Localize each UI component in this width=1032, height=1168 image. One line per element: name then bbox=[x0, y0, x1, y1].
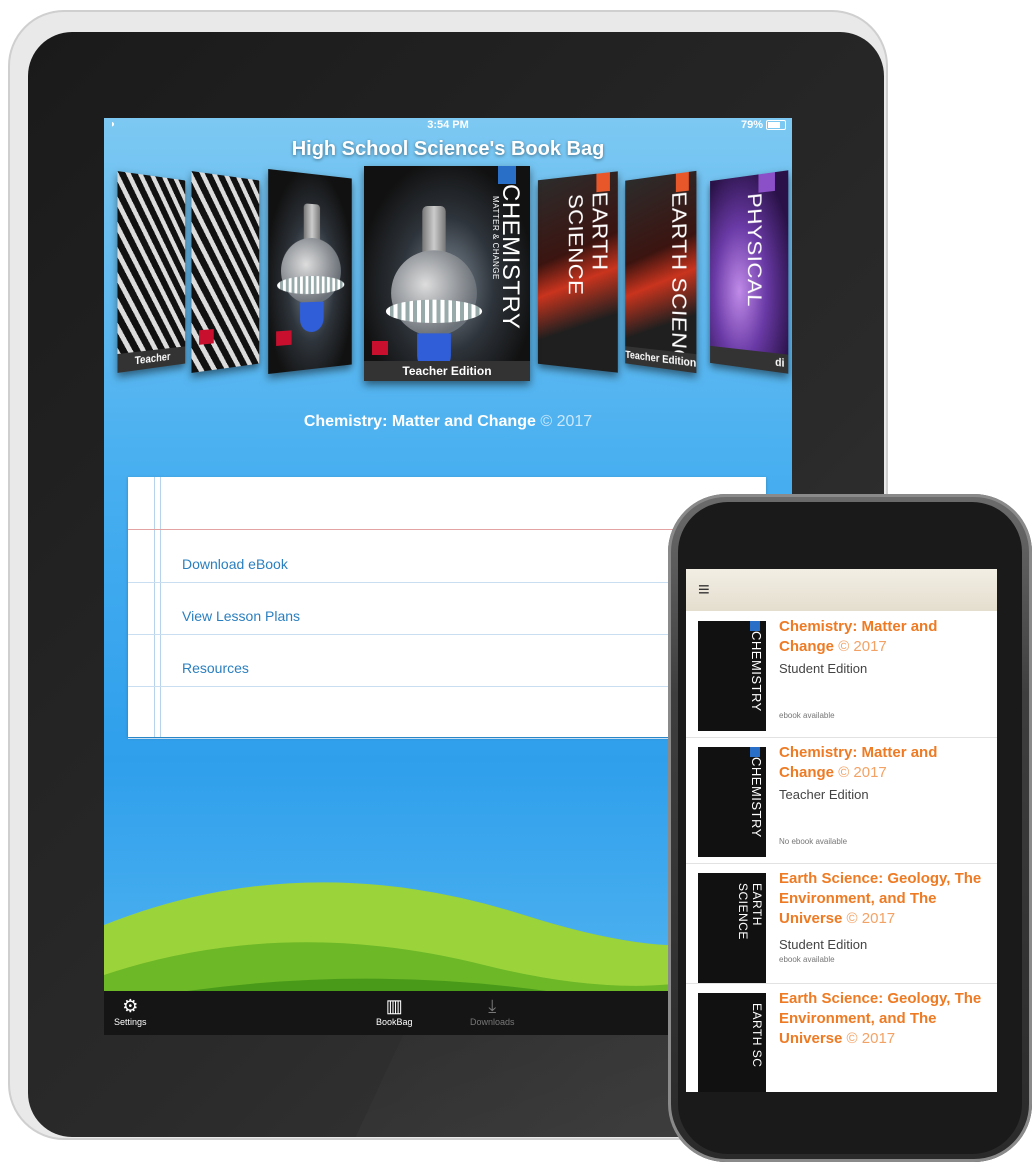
list-item[interactable]: EARTH SCIENCE Earth Science: Geology, Th… bbox=[686, 863, 997, 984]
resources-link[interactable]: Resources bbox=[182, 660, 249, 676]
book-title: Chemistry: Matter and Change © 2017 bbox=[779, 618, 938, 655]
status-time: 3:54 PM bbox=[427, 119, 469, 131]
book-edition: Student Edition bbox=[779, 661, 868, 676]
phone-screen: ≡ CHEMISTRY Chemistry: Matter and Change… bbox=[686, 569, 997, 1092]
book-cover-earth-science-teacher[interactable]: EARTH SCIENC Teacher Edition bbox=[625, 170, 697, 374]
flask-icon bbox=[385, 206, 482, 381]
download-ebook-link[interactable]: Download eBook bbox=[182, 556, 288, 572]
ebook-availability: ebook available bbox=[779, 711, 835, 720]
list-item[interactable]: CHEMISTRY Chemistry: Matter and Change ©… bbox=[686, 737, 997, 864]
book-spine-title: CHEMISTRY bbox=[497, 184, 524, 330]
phone-header: ≡ bbox=[686, 569, 997, 611]
battery-status: 79% bbox=[741, 119, 786, 131]
book-title: Earth Science: Geology, The Environment,… bbox=[779, 870, 982, 927]
page-title: High School Science's Book Bag bbox=[291, 138, 605, 160]
thumbnail-title: CHEMISTRY bbox=[749, 757, 764, 838]
book-edition: Student Edition bbox=[779, 937, 868, 952]
status-bar: ◗ 3:54 PM 79% bbox=[104, 118, 792, 134]
hamburger-menu-icon[interactable]: ≡ bbox=[698, 580, 718, 600]
tab-settings[interactable]: ⚙ Settings bbox=[114, 995, 147, 1027]
tab-bookbag[interactable]: ▥ BookBag bbox=[376, 995, 413, 1027]
book-thumbnail: CHEMISTRY bbox=[698, 621, 766, 731]
book-edition: Teacher Edition bbox=[779, 787, 869, 802]
tab-bookbag-label: BookBag bbox=[376, 1017, 413, 1027]
book-cover-zebra[interactable] bbox=[191, 171, 260, 373]
book-cover-featured[interactable]: CHEMISTRY MATTER & CHANGE Teacher Editio… bbox=[364, 166, 530, 381]
book-carousel[interactable]: Teacher Edition CHEMISTRY MATTER & CHANG… bbox=[104, 166, 792, 388]
book-cover-earth-science[interactable]: EARTH SCIENCE bbox=[537, 171, 618, 373]
book-spine-subtitle: MATTER & CHANGE bbox=[491, 196, 500, 280]
book-title: Chemistry: Matter and Change © 2017 bbox=[779, 744, 938, 781]
download-icon: ⤓ bbox=[488, 996, 497, 1016]
book-cover-chemistry-student[interactable] bbox=[268, 169, 352, 374]
book-spine-title: EARTH SCIENCE bbox=[564, 190, 612, 296]
list-item[interactable]: CHEMISTRY Chemistry: Matter and Change ©… bbox=[686, 611, 997, 738]
tab-downloads-label: Downloads bbox=[470, 1017, 515, 1027]
book-thumbnail: EARTH SCIENCE bbox=[698, 873, 766, 983]
series-badge bbox=[758, 172, 775, 193]
series-badge bbox=[596, 172, 610, 193]
publisher-logo-icon bbox=[372, 341, 388, 355]
flask-icon bbox=[277, 201, 345, 346]
ebook-availability: ebook available bbox=[779, 955, 835, 964]
featured-book-name: Chemistry: Matter and Change bbox=[303, 413, 536, 430]
book-title: Earth Science: Geology, The Environment,… bbox=[779, 990, 982, 1047]
battery-icon bbox=[766, 120, 786, 130]
thumbnail-title: EARTH SCIENCE bbox=[736, 883, 764, 940]
book-cover-zebra-teacher[interactable]: Teacher Edition bbox=[117, 171, 186, 373]
book-edition-label: Teacher Edition bbox=[364, 361, 530, 381]
publisher-logo-icon bbox=[199, 329, 214, 345]
tab-settings-label: Settings bbox=[114, 1017, 147, 1027]
publisher-logo-icon bbox=[276, 330, 292, 346]
thumbnail-title: CHEMISTRY bbox=[749, 631, 764, 712]
featured-book-title: Chemistry: Matter and Change © 2017 bbox=[104, 413, 792, 431]
view-lesson-plans-link[interactable]: View Lesson Plans bbox=[182, 608, 300, 624]
book-edition-label: di bbox=[710, 345, 789, 374]
book-cover-physical-science[interactable]: PHYSICAL di bbox=[710, 170, 789, 374]
book-edition-label: Teacher Edition bbox=[117, 346, 186, 373]
tab-downloads[interactable]: ⤓ Downloads bbox=[470, 995, 515, 1027]
phone-frame: ≡ CHEMISTRY Chemistry: Matter and Change… bbox=[668, 494, 1032, 1162]
featured-book-year: © 2017 bbox=[540, 413, 593, 430]
ebook-availability: No ebook available bbox=[779, 837, 848, 846]
series-badge bbox=[498, 166, 516, 184]
book-spine-title: EARTH SCIENC bbox=[667, 190, 691, 368]
barcode-icon: ▥ bbox=[385, 996, 403, 1016]
gear-icon: ⚙ bbox=[122, 996, 139, 1016]
thumbnail-title: EARTH SC bbox=[750, 1003, 764, 1068]
list-item[interactable]: EARTH SC Earth Science: Geology, The Env… bbox=[686, 983, 997, 1092]
book-thumbnail: EARTH SC bbox=[698, 993, 766, 1092]
series-badge bbox=[675, 171, 689, 193]
battery-percent: 79% bbox=[740, 119, 763, 131]
book-thumbnail: CHEMISTRY bbox=[698, 747, 766, 857]
book-spine-title: PHYSICAL bbox=[743, 191, 766, 308]
